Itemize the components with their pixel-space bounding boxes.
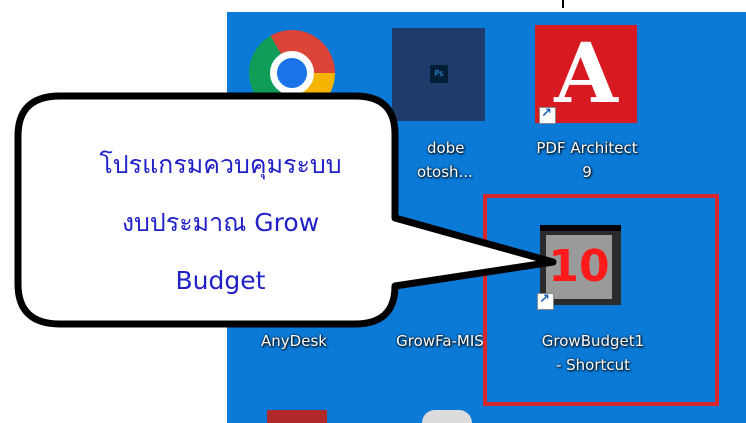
callout-text: โปรแกรมควบคุมระบบ งบประมาณ Grow Budget (53, 136, 388, 310)
callout-line-1: โปรแกรมควบคุมระบบ (99, 150, 342, 179)
callout-line-2: งบประมาณ Grow (121, 208, 320, 237)
callout-line-3: Budget (175, 266, 266, 295)
